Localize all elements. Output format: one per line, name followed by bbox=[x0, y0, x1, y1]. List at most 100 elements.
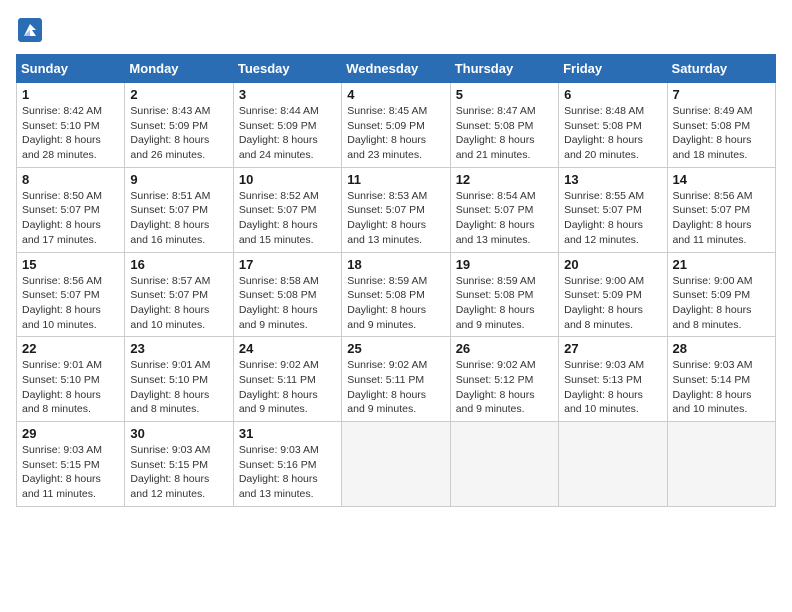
calendar-cell bbox=[450, 422, 558, 507]
calendar-cell: 30 Sunrise: 9:03 AM Sunset: 5:15 PM Dayl… bbox=[125, 422, 233, 507]
day-info: Sunrise: 9:01 AM Sunset: 5:10 PM Dayligh… bbox=[130, 358, 227, 417]
calendar-cell: 25 Sunrise: 9:02 AM Sunset: 5:11 PM Dayl… bbox=[342, 337, 450, 422]
logo-icon bbox=[16, 16, 44, 44]
day-number: 8 bbox=[22, 172, 119, 187]
header bbox=[16, 16, 776, 44]
calendar-cell bbox=[342, 422, 450, 507]
calendar-cell: 31 Sunrise: 9:03 AM Sunset: 5:16 PM Dayl… bbox=[233, 422, 341, 507]
day-info: Sunrise: 8:59 AM Sunset: 5:08 PM Dayligh… bbox=[456, 274, 553, 333]
calendar-cell bbox=[559, 422, 667, 507]
day-number: 22 bbox=[22, 341, 119, 356]
day-info: Sunrise: 8:56 AM Sunset: 5:07 PM Dayligh… bbox=[673, 189, 770, 248]
calendar-cell: 1 Sunrise: 8:42 AM Sunset: 5:10 PM Dayli… bbox=[17, 83, 125, 168]
day-info: Sunrise: 9:03 AM Sunset: 5:13 PM Dayligh… bbox=[564, 358, 661, 417]
day-info: Sunrise: 9:00 AM Sunset: 5:09 PM Dayligh… bbox=[673, 274, 770, 333]
day-info: Sunrise: 8:44 AM Sunset: 5:09 PM Dayligh… bbox=[239, 104, 336, 163]
calendar-cell bbox=[667, 422, 775, 507]
day-number: 12 bbox=[456, 172, 553, 187]
logo bbox=[16, 16, 48, 44]
day-number: 14 bbox=[673, 172, 770, 187]
calendar-cell: 4 Sunrise: 8:45 AM Sunset: 5:09 PM Dayli… bbox=[342, 83, 450, 168]
day-number: 20 bbox=[564, 257, 661, 272]
col-thursday: Thursday bbox=[450, 55, 558, 83]
day-info: Sunrise: 9:03 AM Sunset: 5:14 PM Dayligh… bbox=[673, 358, 770, 417]
day-info: Sunrise: 9:03 AM Sunset: 5:15 PM Dayligh… bbox=[130, 443, 227, 502]
day-info: Sunrise: 8:58 AM Sunset: 5:08 PM Dayligh… bbox=[239, 274, 336, 333]
calendar-cell: 15 Sunrise: 8:56 AM Sunset: 5:07 PM Dayl… bbox=[17, 252, 125, 337]
day-info: Sunrise: 9:03 AM Sunset: 5:15 PM Dayligh… bbox=[22, 443, 119, 502]
col-wednesday: Wednesday bbox=[342, 55, 450, 83]
calendar-cell: 29 Sunrise: 9:03 AM Sunset: 5:15 PM Dayl… bbox=[17, 422, 125, 507]
calendar-cell: 22 Sunrise: 9:01 AM Sunset: 5:10 PM Dayl… bbox=[17, 337, 125, 422]
day-number: 25 bbox=[347, 341, 444, 356]
day-number: 28 bbox=[673, 341, 770, 356]
calendar-cell: 6 Sunrise: 8:48 AM Sunset: 5:08 PM Dayli… bbox=[559, 83, 667, 168]
day-info: Sunrise: 8:51 AM Sunset: 5:07 PM Dayligh… bbox=[130, 189, 227, 248]
calendar-cell: 11 Sunrise: 8:53 AM Sunset: 5:07 PM Dayl… bbox=[342, 167, 450, 252]
day-number: 16 bbox=[130, 257, 227, 272]
day-info: Sunrise: 8:52 AM Sunset: 5:07 PM Dayligh… bbox=[239, 189, 336, 248]
col-tuesday: Tuesday bbox=[233, 55, 341, 83]
day-info: Sunrise: 9:02 AM Sunset: 5:11 PM Dayligh… bbox=[239, 358, 336, 417]
calendar-cell: 16 Sunrise: 8:57 AM Sunset: 5:07 PM Dayl… bbox=[125, 252, 233, 337]
day-number: 23 bbox=[130, 341, 227, 356]
calendar-cell: 3 Sunrise: 8:44 AM Sunset: 5:09 PM Dayli… bbox=[233, 83, 341, 168]
calendar-cell: 13 Sunrise: 8:55 AM Sunset: 5:07 PM Dayl… bbox=[559, 167, 667, 252]
calendar-cell: 23 Sunrise: 9:01 AM Sunset: 5:10 PM Dayl… bbox=[125, 337, 233, 422]
col-saturday: Saturday bbox=[667, 55, 775, 83]
calendar-cell: 27 Sunrise: 9:03 AM Sunset: 5:13 PM Dayl… bbox=[559, 337, 667, 422]
day-info: Sunrise: 9:00 AM Sunset: 5:09 PM Dayligh… bbox=[564, 274, 661, 333]
day-info: Sunrise: 8:42 AM Sunset: 5:10 PM Dayligh… bbox=[22, 104, 119, 163]
day-info: Sunrise: 8:54 AM Sunset: 5:07 PM Dayligh… bbox=[456, 189, 553, 248]
day-number: 7 bbox=[673, 87, 770, 102]
calendar-cell: 14 Sunrise: 8:56 AM Sunset: 5:07 PM Dayl… bbox=[667, 167, 775, 252]
day-info: Sunrise: 8:56 AM Sunset: 5:07 PM Dayligh… bbox=[22, 274, 119, 333]
day-number: 2 bbox=[130, 87, 227, 102]
day-number: 30 bbox=[130, 426, 227, 441]
day-number: 21 bbox=[673, 257, 770, 272]
day-info: Sunrise: 8:49 AM Sunset: 5:08 PM Dayligh… bbox=[673, 104, 770, 163]
col-monday: Monday bbox=[125, 55, 233, 83]
day-number: 9 bbox=[130, 172, 227, 187]
calendar-cell: 28 Sunrise: 9:03 AM Sunset: 5:14 PM Dayl… bbox=[667, 337, 775, 422]
day-number: 10 bbox=[239, 172, 336, 187]
day-number: 17 bbox=[239, 257, 336, 272]
day-info: Sunrise: 8:43 AM Sunset: 5:09 PM Dayligh… bbox=[130, 104, 227, 163]
day-info: Sunrise: 8:47 AM Sunset: 5:08 PM Dayligh… bbox=[456, 104, 553, 163]
day-info: Sunrise: 8:48 AM Sunset: 5:08 PM Dayligh… bbox=[564, 104, 661, 163]
calendar-row: 22 Sunrise: 9:01 AM Sunset: 5:10 PM Dayl… bbox=[17, 337, 776, 422]
day-info: Sunrise: 8:55 AM Sunset: 5:07 PM Dayligh… bbox=[564, 189, 661, 248]
day-number: 31 bbox=[239, 426, 336, 441]
calendar-cell: 10 Sunrise: 8:52 AM Sunset: 5:07 PM Dayl… bbox=[233, 167, 341, 252]
day-number: 27 bbox=[564, 341, 661, 356]
day-number: 29 bbox=[22, 426, 119, 441]
day-info: Sunrise: 8:57 AM Sunset: 5:07 PM Dayligh… bbox=[130, 274, 227, 333]
day-info: Sunrise: 9:02 AM Sunset: 5:12 PM Dayligh… bbox=[456, 358, 553, 417]
calendar-cell: 18 Sunrise: 8:59 AM Sunset: 5:08 PM Dayl… bbox=[342, 252, 450, 337]
calendar-cell: 20 Sunrise: 9:00 AM Sunset: 5:09 PM Dayl… bbox=[559, 252, 667, 337]
day-number: 26 bbox=[456, 341, 553, 356]
day-number: 18 bbox=[347, 257, 444, 272]
calendar-cell: 17 Sunrise: 8:58 AM Sunset: 5:08 PM Dayl… bbox=[233, 252, 341, 337]
day-number: 19 bbox=[456, 257, 553, 272]
calendar-cell: 2 Sunrise: 8:43 AM Sunset: 5:09 PM Dayli… bbox=[125, 83, 233, 168]
day-number: 11 bbox=[347, 172, 444, 187]
calendar-row: 29 Sunrise: 9:03 AM Sunset: 5:15 PM Dayl… bbox=[17, 422, 776, 507]
calendar-row: 8 Sunrise: 8:50 AM Sunset: 5:07 PM Dayli… bbox=[17, 167, 776, 252]
calendar-cell: 12 Sunrise: 8:54 AM Sunset: 5:07 PM Dayl… bbox=[450, 167, 558, 252]
day-number: 13 bbox=[564, 172, 661, 187]
day-info: Sunrise: 9:03 AM Sunset: 5:16 PM Dayligh… bbox=[239, 443, 336, 502]
calendar-cell: 26 Sunrise: 9:02 AM Sunset: 5:12 PM Dayl… bbox=[450, 337, 558, 422]
calendar-cell: 7 Sunrise: 8:49 AM Sunset: 5:08 PM Dayli… bbox=[667, 83, 775, 168]
day-number: 1 bbox=[22, 87, 119, 102]
calendar-header-row: Sunday Monday Tuesday Wednesday Thursday… bbox=[17, 55, 776, 83]
day-info: Sunrise: 8:53 AM Sunset: 5:07 PM Dayligh… bbox=[347, 189, 444, 248]
calendar-cell: 9 Sunrise: 8:51 AM Sunset: 5:07 PM Dayli… bbox=[125, 167, 233, 252]
day-number: 5 bbox=[456, 87, 553, 102]
day-info: Sunrise: 8:59 AM Sunset: 5:08 PM Dayligh… bbox=[347, 274, 444, 333]
day-number: 6 bbox=[564, 87, 661, 102]
calendar-cell: 5 Sunrise: 8:47 AM Sunset: 5:08 PM Dayli… bbox=[450, 83, 558, 168]
day-number: 3 bbox=[239, 87, 336, 102]
calendar-row: 15 Sunrise: 8:56 AM Sunset: 5:07 PM Dayl… bbox=[17, 252, 776, 337]
calendar-cell: 19 Sunrise: 8:59 AM Sunset: 5:08 PM Dayl… bbox=[450, 252, 558, 337]
